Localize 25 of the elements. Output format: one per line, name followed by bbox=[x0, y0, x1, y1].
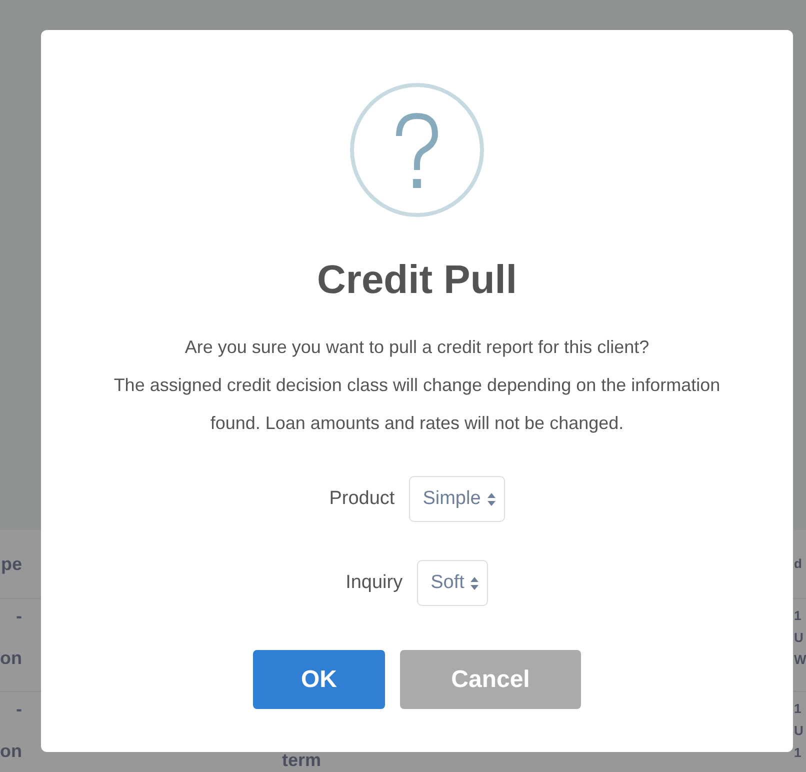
table-cell-text: W bbox=[794, 651, 806, 669]
up-down-caret-icon bbox=[470, 576, 480, 590]
column-header: pe bbox=[0, 553, 22, 575]
field-label: Inquiry bbox=[346, 572, 403, 594]
table-cell: on bbox=[0, 647, 22, 669]
dialog-title: Credit Pull bbox=[316, 257, 518, 304]
select-field[interactable]: Soft bbox=[416, 560, 488, 606]
table-cell-text: 1 bbox=[794, 700, 802, 718]
question-icon bbox=[349, 82, 485, 218]
up-down-caret-icon bbox=[486, 492, 496, 506]
table-cell: on bbox=[0, 740, 22, 762]
table-cell-text: 1 bbox=[794, 744, 802, 762]
table-cell: - bbox=[16, 698, 22, 720]
select-field[interactable]: Simple bbox=[408, 476, 505, 522]
table-cell: term bbox=[282, 750, 322, 771]
ok-button[interactable]: OK bbox=[253, 650, 385, 709]
cancel-button[interactable]: Cancel bbox=[400, 650, 581, 709]
field-label: Product bbox=[329, 488, 395, 510]
table-cell: - bbox=[16, 605, 22, 627]
dialog-message: The assigned credit decision class will change depending on the information found. Loan amounts and rates will not be changed. bbox=[112, 374, 722, 435]
table-cell-text: 1 bbox=[794, 607, 802, 625]
table-cell-text: U bbox=[794, 722, 804, 740]
table-cell-text: U bbox=[794, 629, 804, 647]
column-header: d bbox=[794, 555, 803, 573]
dialog-message: Are you sure you want to pull a credit report for this client? bbox=[184, 336, 650, 359]
